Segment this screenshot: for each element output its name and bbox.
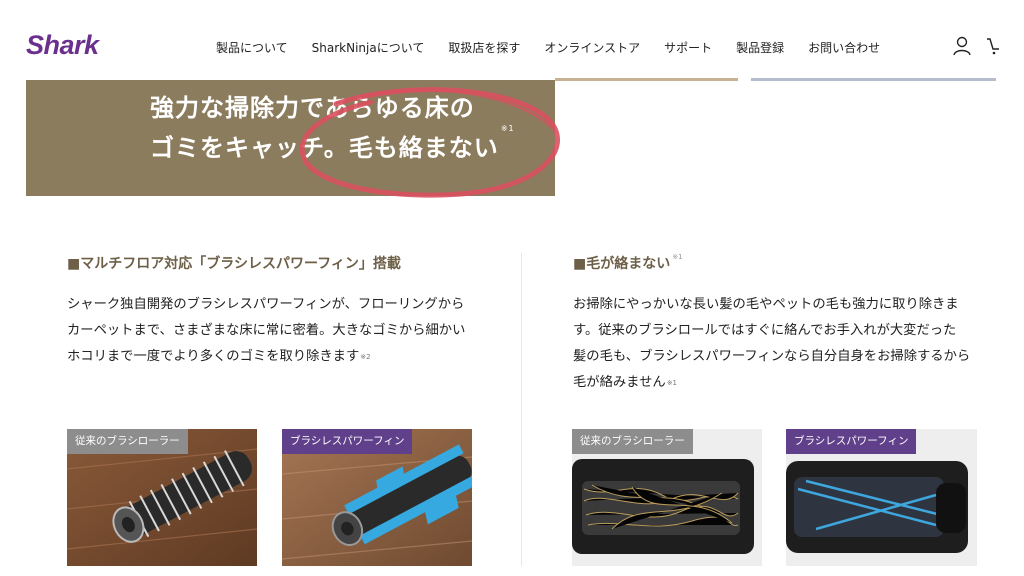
nav-item-product-registration[interactable]: 製品登録 <box>736 39 784 56</box>
column-divider <box>521 253 522 566</box>
photo-label-conventional-right: 従来のブラシローラー <box>572 429 693 454</box>
nav-item-online-store[interactable]: オンラインストア <box>544 39 640 56</box>
main-nav: 製品について SharkNinjaについて 取扱店を探す オンラインストア サポ… <box>216 39 904 56</box>
hero-image-edge-left <box>555 78 738 81</box>
right-heading-footnote: ※1 <box>672 253 683 261</box>
right-section-heading: ■毛が絡まない ※1 <box>573 253 683 272</box>
nav-item-find-store[interactable]: 取扱店を探す <box>448 39 520 56</box>
right-body-line: 毛が絡みません※1 <box>573 375 678 390</box>
photo-label-brushless-right: ブラシレスパワーフィン <box>786 429 917 454</box>
user-icon[interactable] <box>953 36 971 56</box>
hero-headline-line1: 強力な掃除力であらゆる床の <box>150 94 475 122</box>
right-body-line: お掃除にやっかいな長い髪の毛やペットの毛も強力に取り除きま <box>573 297 959 312</box>
right-section-body: お掃除にやっかいな長い髪の毛やペットの毛も強力に取り除きま す。従来のブラシロー… <box>573 292 993 396</box>
photo-conventional-brush-roller: 従来のブラシローラー <box>67 429 257 566</box>
hero-banner: 強力な掃除力であらゆる床の ゴミをキャッチ。毛も絡まない※1 <box>26 80 555 196</box>
left-body-footnote: ※2 <box>360 353 371 361</box>
left-section-heading: ■マルチフロア対応「ブラシレスパワーフィン」搭載 <box>67 256 401 272</box>
photo-brushless-clean-roller: ブラシレスパワーフィン <box>786 429 977 566</box>
left-body-line: ホコリまで一度でより多くのゴミを取り除きます※2 <box>67 349 371 364</box>
cart-icon[interactable] <box>986 36 1000 56</box>
shark-logo[interactable]: Shark <box>26 30 99 61</box>
nav-item-products[interactable]: 製品について <box>216 39 288 56</box>
left-body-line: カーペットまで、さまざまな床に常に密着。大きなゴミから細かい <box>67 323 466 338</box>
photo-label-brushless: ブラシレスパワーフィン <box>282 429 413 454</box>
hero-image-edge-right <box>751 78 996 81</box>
photo-brushless-power-fin: ブラシレスパワーフィン <box>282 429 472 566</box>
photo-conventional-roller-tangled: 従来のブラシローラー <box>572 429 762 566</box>
right-body-footnote: ※1 <box>666 379 678 387</box>
site-header: Shark 製品について SharkNinjaについて 取扱店を探す オンライン… <box>0 0 1024 80</box>
right-body-line: 髪の毛も、ブラシレスパワーフィンなら自分自身をお掃除するから <box>573 349 971 364</box>
left-body-line: シャーク独自開発のブラシレスパワーフィンが、フローリングから <box>67 297 465 312</box>
nav-item-about-sharkninja[interactable]: SharkNinjaについて <box>312 39 425 56</box>
right-body-line: す。従来のブラシロールではすぐに絡んでお手入れが大変だった <box>573 323 957 338</box>
left-section-body: シャーク独自開発のブラシレスパワーフィンが、フローリングから カーペットまで、さ… <box>67 292 507 370</box>
nav-item-contact[interactable]: お問い合わせ <box>808 39 880 56</box>
hero-headline-line2: ゴミをキャッチ。毛も絡まない※1 <box>150 124 515 162</box>
nav-item-support[interactable]: サポート <box>664 39 712 56</box>
photo-label-conventional: 従来のブラシローラー <box>67 429 188 454</box>
hero-footnote-mark: ※1 <box>500 124 515 133</box>
